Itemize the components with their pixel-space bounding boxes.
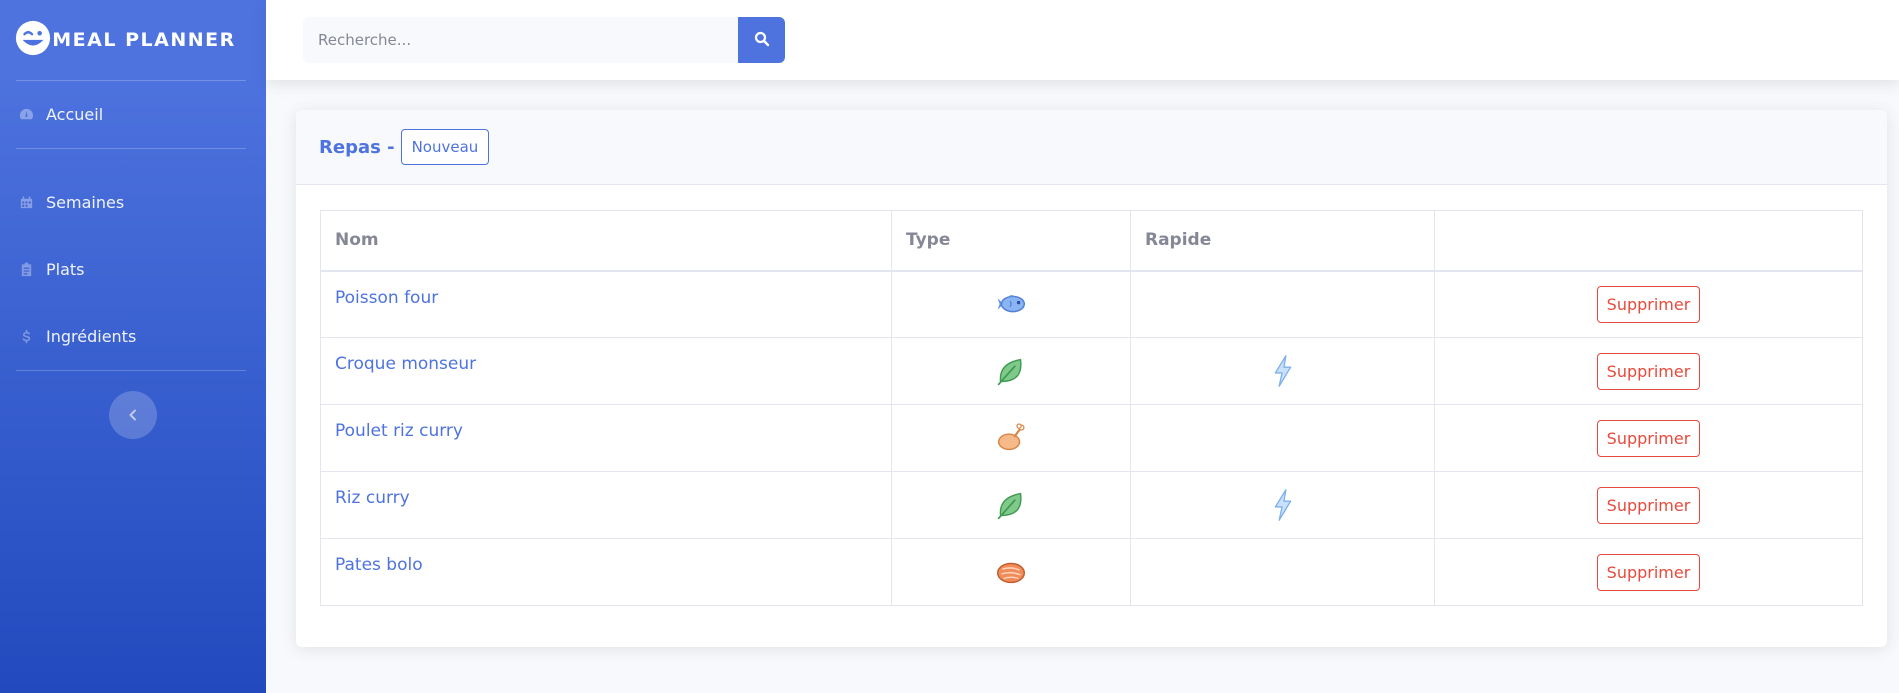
sidebar-item-semaines[interactable]: Semaines (0, 169, 266, 236)
search-bar (303, 17, 785, 63)
leaf-icon (992, 492, 1030, 520)
delete-button[interactable]: Supprimer (1596, 352, 1701, 390)
tachometer-icon (18, 107, 34, 123)
winking-face-icon (14, 19, 52, 61)
sidebar-item-label: Accueil (46, 105, 104, 124)
sidebar-item-label: Plats (46, 260, 85, 279)
table-header-row: Nom Type Rapide (320, 210, 1863, 272)
sidebar-toggle-button[interactable] (109, 391, 157, 439)
search-icon (754, 31, 770, 50)
sidebar-item-ingredients[interactable]: Ingrédients (0, 303, 266, 370)
meals-table: Nom Type Rapide Poisson four Supprimer C… (320, 210, 1863, 606)
meal-name-link[interactable]: Poulet riz curry (320, 404, 892, 472)
dollar-icon (18, 329, 34, 345)
delete-button[interactable]: Supprimer (1596, 419, 1701, 457)
search-button[interactable] (738, 17, 785, 63)
fish-icon (992, 294, 1030, 314)
steak-icon (992, 562, 1030, 584)
column-header-nom: Nom (320, 210, 892, 272)
column-header-type: Type (891, 210, 1131, 272)
delete-button[interactable]: Supprimer (1596, 486, 1701, 524)
table-row: Poulet riz curry Supprimer (320, 404, 1863, 472)
meal-name-link[interactable]: Poisson four (320, 270, 892, 338)
sidebar-item-label: Semaines (46, 193, 125, 212)
rapide-cell (1130, 538, 1435, 606)
calendar-icon (18, 195, 34, 211)
lightning-icon (1264, 355, 1302, 387)
clipboard-icon (18, 262, 34, 278)
card-title: Repas - (319, 136, 395, 158)
sidebar: MEAL PLANNER Accueil Semaines Plats Ingr… (0, 0, 266, 693)
delete-button[interactable]: Supprimer (1596, 553, 1701, 591)
sidebar-item-plats[interactable]: Plats (0, 236, 266, 303)
brand-title: MEAL PLANNER (52, 29, 236, 51)
delete-button[interactable]: Supprimer (1596, 285, 1701, 323)
table-row: Pates bolo Supprimer (320, 538, 1863, 606)
meal-name-link[interactable]: Croque monseur (320, 337, 892, 405)
table-row: Croque monseur Supprimer (320, 337, 1863, 405)
rapide-cell (1130, 270, 1435, 338)
chicken-leg-icon (992, 423, 1030, 451)
table-row: Poisson four Supprimer (320, 270, 1863, 338)
chevron-left-icon (127, 406, 139, 425)
meals-card: Repas - Nouveau Nom Type Rapide Poisson … (296, 110, 1887, 647)
sidebar-item-accueil[interactable]: Accueil (0, 81, 266, 148)
search-input[interactable] (303, 17, 738, 63)
column-header-rapide: Rapide (1130, 210, 1435, 272)
meal-name-link[interactable]: Riz curry (320, 471, 892, 539)
table-row: Riz curry Supprimer (320, 471, 1863, 539)
new-meal-button[interactable]: Nouveau (400, 129, 490, 165)
column-header-actions (1434, 210, 1863, 272)
card-header: Repas - Nouveau (296, 110, 1887, 185)
topbar (266, 0, 1899, 80)
sidebar-item-label: Ingrédients (46, 327, 137, 346)
meal-name-link[interactable]: Pates bolo (320, 538, 892, 606)
rapide-cell (1130, 404, 1435, 472)
lightning-icon (1264, 489, 1302, 521)
leaf-icon (992, 358, 1030, 386)
brand[interactable]: MEAL PLANNER (0, 0, 266, 80)
